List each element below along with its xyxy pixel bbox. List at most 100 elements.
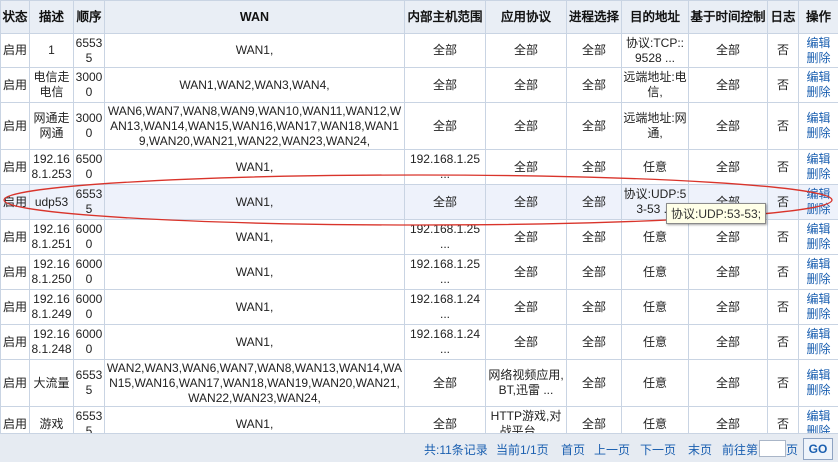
- proto-text: 全部: [487, 160, 565, 175]
- last-page-link[interactable]: 末页: [688, 441, 712, 458]
- edit-link[interactable]: 编辑: [800, 409, 837, 424]
- status-text: 启用: [2, 160, 28, 175]
- wan-cell: WAN1,: [105, 325, 405, 360]
- time-cell: 全部: [689, 325, 768, 360]
- next-page-link[interactable]: 下一页: [640, 441, 676, 458]
- delete-link[interactable]: 删除: [800, 237, 837, 252]
- prev-page-link[interactable]: 上一页: [594, 441, 630, 458]
- proc-text: 全部: [568, 195, 620, 210]
- edit-link[interactable]: 编辑: [800, 327, 837, 342]
- desc-text: 大流量: [31, 376, 72, 391]
- edit-link[interactable]: 编辑: [800, 292, 837, 307]
- time-cell: 全部: [689, 220, 768, 255]
- hosts-cell: 全部: [405, 34, 486, 68]
- wan-text: WAN1,: [106, 417, 403, 432]
- time-cell: 全部: [689, 103, 768, 150]
- tooltip: 协议:UDP:53-53;: [666, 203, 766, 224]
- log-cell: 否: [768, 325, 799, 360]
- page-number-input[interactable]: [759, 440, 786, 457]
- status-text: 启用: [2, 230, 28, 245]
- dest-cell: 远端地址:电信,: [622, 68, 689, 103]
- hosts-text: 192.168.1.24 ...: [406, 292, 484, 322]
- time-text: 全部: [690, 417, 766, 432]
- log-cell: 否: [768, 360, 799, 407]
- table-header: 状态 描述 顺序 WAN 内部主机范围 应用协议 进程选择 目的地址 基于时间控…: [1, 1, 838, 34]
- order-text: 60000: [75, 257, 103, 287]
- log-text: 否: [769, 43, 797, 58]
- delete-link[interactable]: 删除: [800, 342, 837, 357]
- edit-link[interactable]: 编辑: [800, 187, 837, 202]
- proto-cell: 全部: [486, 185, 567, 220]
- delete-link[interactable]: 删除: [800, 307, 837, 322]
- first-page-link[interactable]: 首页: [561, 441, 585, 458]
- time-text: 全部: [690, 160, 766, 175]
- dest-text: 任意: [623, 265, 687, 280]
- desc-cell: udp53: [30, 185, 74, 220]
- wan-text: WAN1,: [106, 335, 403, 350]
- ops-cell: 编辑删除: [799, 220, 838, 255]
- wan-cell: WAN1,: [105, 255, 405, 290]
- edit-link[interactable]: 编辑: [800, 152, 837, 167]
- order-text: 60000: [75, 222, 103, 252]
- wan-text: WAN2,WAN3,WAN6,WAN7,WAN8,WAN13,WAN14,WAN…: [106, 361, 403, 406]
- log-cell: 否: [768, 68, 799, 103]
- order-text: 65000: [75, 152, 103, 182]
- order-text: 65535: [75, 36, 103, 66]
- wan-text: WAN1,: [106, 43, 403, 58]
- time-cell: 全部: [689, 34, 768, 68]
- dest-text: 任意: [623, 335, 687, 350]
- delete-link[interactable]: 删除: [800, 383, 837, 398]
- wan-cell: WAN6,WAN7,WAN8,WAN9,WAN10,WAN11,WAN12,WA…: [105, 103, 405, 150]
- log-text: 否: [769, 300, 797, 315]
- log-text: 否: [769, 195, 797, 210]
- proc-text: 全部: [568, 230, 620, 245]
- edit-link[interactable]: 编辑: [800, 36, 837, 51]
- edit-link[interactable]: 编辑: [800, 257, 837, 272]
- desc-text: 游戏: [31, 417, 72, 432]
- ops-cell: 编辑删除: [799, 185, 838, 220]
- edit-link[interactable]: 编辑: [800, 222, 837, 237]
- hosts-text: 全部: [406, 78, 484, 93]
- col-wan: WAN: [105, 1, 405, 34]
- proc-text: 全部: [568, 376, 620, 391]
- desc-text: 192.168.1.250: [31, 257, 72, 287]
- proto-cell: 全部: [486, 34, 567, 68]
- status-text: 启用: [2, 376, 28, 391]
- proc-text: 全部: [568, 160, 620, 175]
- delete-link[interactable]: 删除: [800, 85, 837, 100]
- col-dest: 目的地址: [622, 1, 689, 34]
- order-cell: 65535: [74, 34, 105, 68]
- desc-cell: 192.168.1.249: [30, 290, 74, 325]
- delete-link[interactable]: 删除: [800, 51, 837, 66]
- time-text: 全部: [690, 376, 766, 391]
- status-cell: 启用: [1, 103, 30, 150]
- col-order: 顺序: [74, 1, 105, 34]
- desc-cell: 1: [30, 34, 74, 68]
- delete-link[interactable]: 删除: [800, 126, 837, 141]
- hosts-text: 全部: [406, 417, 484, 432]
- proc-cell: 全部: [567, 68, 622, 103]
- table-row: 启用192.168.1.25365000WAN1,192.168.1.25 ..…: [1, 150, 838, 185]
- proto-text: 全部: [487, 43, 565, 58]
- time-text: 全部: [690, 265, 766, 280]
- go-button[interactable]: GO: [803, 438, 833, 460]
- order-cell: 65535: [74, 185, 105, 220]
- status-text: 启用: [2, 300, 28, 315]
- dest-cell: 任意: [622, 325, 689, 360]
- wan-text: WAN1,: [106, 195, 403, 210]
- edit-link[interactable]: 编辑: [800, 111, 837, 126]
- edit-link[interactable]: 编辑: [800, 70, 837, 85]
- table-row: 启用网通走网通30000WAN6,WAN7,WAN8,WAN9,WAN10,WA…: [1, 103, 838, 150]
- time-text: 全部: [690, 43, 766, 58]
- proto-cell: 全部: [486, 290, 567, 325]
- proto-text: 全部: [487, 335, 565, 350]
- delete-link[interactable]: 删除: [800, 272, 837, 287]
- delete-link[interactable]: 删除: [800, 202, 837, 217]
- wan-cell: WAN1,: [105, 34, 405, 68]
- dest-text: 任意: [623, 417, 687, 432]
- time-text: 全部: [690, 335, 766, 350]
- wan-text: WAN1,: [106, 265, 403, 280]
- wan-cell: WAN1,: [105, 220, 405, 255]
- delete-link[interactable]: 删除: [800, 167, 837, 182]
- edit-link[interactable]: 编辑: [800, 368, 837, 383]
